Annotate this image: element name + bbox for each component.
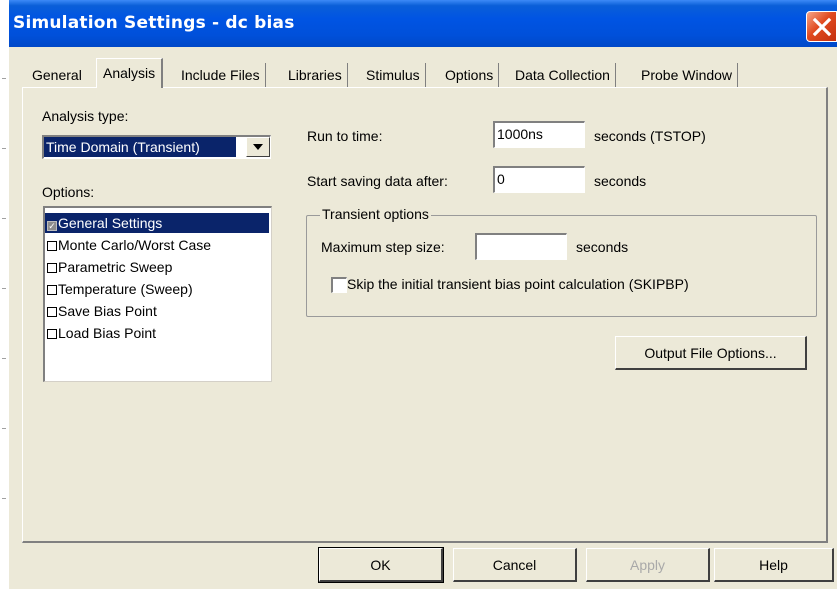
run-to-time-label: Run to time: [307, 128, 383, 144]
run-to-time-unit: seconds (TSTOP) [594, 128, 706, 144]
checkbox-checked-icon[interactable]: ✓ [47, 221, 57, 231]
option-label: Save Bias Point [58, 303, 157, 319]
cancel-button[interactable]: Cancel [453, 548, 577, 582]
option-monte-carlo[interactable]: Monte Carlo/Worst Case [45, 235, 269, 255]
close-button[interactable] [806, 11, 837, 42]
apply-button[interactable]: Apply [586, 548, 710, 582]
tab-analysis[interactable]: Analysis [96, 58, 164, 88]
checkbox-icon[interactable] [47, 263, 57, 273]
start-saving-label: Start saving data after: [307, 173, 448, 189]
tab-general[interactable]: General [27, 63, 87, 87]
options-list[interactable]: ✓ General Settings Monte Carlo/Worst Case… [43, 206, 272, 382]
tab-stimulus[interactable]: Stimulus [361, 63, 426, 87]
option-label: Load Bias Point [58, 325, 157, 341]
option-label: Parametric Sweep [58, 259, 173, 275]
run-to-time-input[interactable]: 1000ns [493, 121, 585, 148]
analysis-type-value: Time Domain (Transient) [44, 137, 236, 157]
checkbox-icon[interactable] [47, 329, 57, 339]
simulation-settings-dialog: Simulation Settings - dc bias General An… [9, 0, 837, 589]
output-file-options-button[interactable]: Output File Options... [615, 336, 807, 370]
option-general-settings[interactable]: ✓ General Settings [45, 213, 269, 233]
options-label: Options: [42, 184, 95, 200]
checkbox-icon[interactable] [47, 241, 57, 251]
tab-data-collection[interactable]: Data Collection [510, 63, 616, 87]
close-x-icon [812, 17, 832, 37]
window-title: Simulation Settings - dc bias [13, 13, 295, 33]
skip-bias-checkbox[interactable] [331, 277, 347, 293]
tab-libraries[interactable]: Libraries [283, 63, 348, 87]
dropdown-button[interactable] [246, 137, 270, 157]
start-saving-input[interactable]: 0 [493, 166, 585, 193]
tab-probe-window[interactable]: Probe Window [636, 63, 739, 87]
option-label: Monte Carlo/Worst Case [58, 237, 212, 253]
chevron-down-icon [253, 144, 263, 150]
max-step-label: Maximum step size: [321, 239, 445, 255]
option-parametric-sweep[interactable]: Parametric Sweep [45, 257, 269, 277]
option-save-bias-point[interactable]: Save Bias Point [45, 301, 269, 321]
analysis-type-label: Analysis type: [42, 108, 129, 124]
analysis-type-select[interactable]: Time Domain (Transient) [42, 135, 271, 159]
skip-bias-label[interactable]: Skip the initial transient bias point ca… [347, 276, 689, 292]
start-saving-unit: seconds [594, 173, 647, 189]
tab-include-files[interactable]: Include Files [176, 63, 266, 87]
option-load-bias-point[interactable]: Load Bias Point [45, 323, 269, 343]
tab-options[interactable]: Options [440, 63, 500, 87]
transient-options-group [306, 215, 817, 317]
max-step-input[interactable] [475, 233, 567, 260]
option-label: Temperature (Sweep) [58, 281, 193, 297]
ok-button[interactable]: OK [318, 547, 444, 583]
transient-options-label: Transient options [320, 206, 431, 222]
checkbox-icon[interactable] [47, 285, 57, 295]
option-label: General Settings [58, 215, 163, 231]
max-step-unit: seconds [576, 239, 629, 255]
option-temperature-sweep[interactable]: Temperature (Sweep) [45, 279, 269, 299]
help-button[interactable]: Help [714, 548, 834, 582]
title-bar[interactable]: Simulation Settings - dc bias [9, 0, 837, 47]
checkbox-icon[interactable] [47, 307, 57, 317]
